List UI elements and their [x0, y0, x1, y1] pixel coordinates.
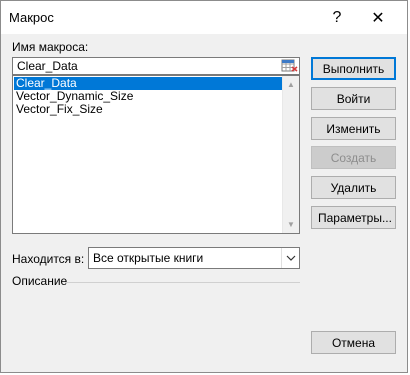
list-scrollbar[interactable]: ▲ ▼: [282, 76, 299, 233]
macro-dialog: Макрос ? ✕ Имя макроса: Clear_Data Clear…: [0, 0, 408, 373]
options-button[interactable]: Параметры...: [311, 206, 396, 229]
macro-list[interactable]: Clear_Data Vector_Dynamic_Size Vector_Fi…: [12, 75, 300, 234]
scroll-down-icon[interactable]: ▼: [283, 216, 299, 233]
dialog-title: Макрос: [9, 10, 54, 25]
title-bar[interactable]: Макрос ? ✕: [1, 1, 407, 34]
scroll-up-icon[interactable]: ▲: [283, 76, 299, 93]
range-select-icon: [281, 59, 298, 72]
description-label: Описание: [12, 274, 68, 288]
macro-name-value: Clear_Data: [17, 59, 78, 73]
macro-name-input[interactable]: Clear_Data: [12, 57, 300, 75]
help-icon: ?: [332, 8, 342, 26]
delete-button[interactable]: Удалить: [311, 176, 396, 199]
chevron-down-icon[interactable]: [281, 248, 299, 268]
location-select[interactable]: Все открытые книги: [88, 247, 300, 269]
close-button[interactable]: ✕: [358, 1, 398, 34]
macro-list-items: Clear_Data Vector_Dynamic_Size Vector_Fi…: [14, 77, 282, 116]
step-into-button[interactable]: Войти: [311, 87, 396, 110]
help-button[interactable]: ?: [317, 1, 357, 34]
location-value: Все открытые книги: [93, 251, 204, 265]
run-button[interactable]: Выполнить: [311, 57, 396, 80]
create-button: Создать: [311, 146, 396, 169]
location-label: Находится в:: [12, 252, 85, 266]
description-divider: [65, 282, 300, 283]
edit-button[interactable]: Изменить: [311, 117, 396, 140]
range-select-button[interactable]: [281, 58, 299, 74]
macro-name-label: Имя макроса:: [12, 40, 89, 54]
close-icon: ✕: [371, 9, 385, 27]
macro-list-item[interactable]: Vector_Fix_Size: [14, 103, 282, 116]
cancel-button[interactable]: Отмена: [311, 331, 396, 354]
